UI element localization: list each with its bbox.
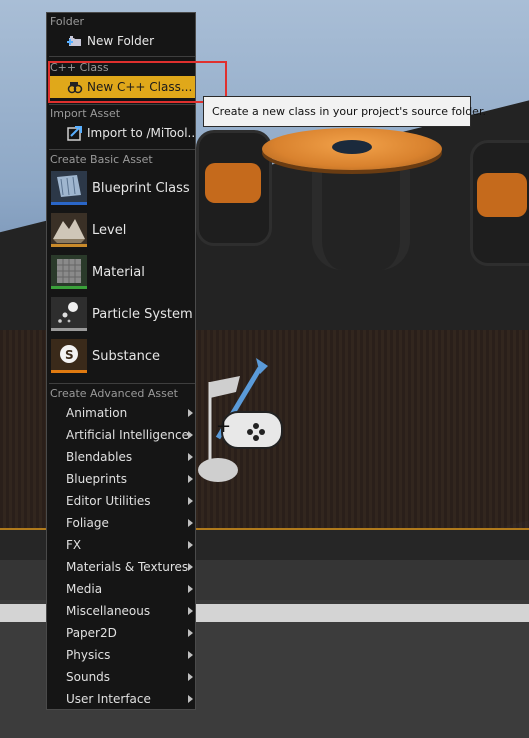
advanced-asset-foliage[interactable]: Foliage — [49, 512, 195, 534]
new-cpp-class-tooltip: Create a new class in your project's sou… — [203, 96, 486, 127]
section-header-import-asset: Import Asset — [50, 107, 121, 120]
advanced-asset-blueprints[interactable]: Blueprints — [49, 468, 195, 490]
section-header-folder: Folder — [50, 15, 84, 28]
new-folder-item[interactable]: New Folder — [49, 30, 195, 52]
blueprint-class-icon — [51, 171, 87, 205]
new-folder-icon — [67, 36, 81, 46]
chevron-right-icon — [188, 453, 193, 461]
section-header-advanced-asset: Create Advanced Asset — [50, 387, 178, 400]
annotation-highlight-box — [48, 61, 227, 103]
new-folder-label: New Folder — [87, 34, 155, 48]
submenu-label: User Interface — [66, 692, 151, 706]
material-icon — [51, 255, 87, 289]
table-top — [262, 128, 442, 170]
advanced-asset-user-interface[interactable]: User Interface — [49, 688, 195, 710]
menu-divider — [49, 383, 195, 384]
chevron-right-icon — [188, 629, 193, 637]
import-icon — [67, 126, 82, 141]
basic-asset-label: Substance — [92, 349, 160, 364]
chair-right — [470, 140, 529, 266]
chair-left — [196, 130, 272, 246]
menu-divider — [49, 104, 195, 105]
submenu-label: Sounds — [66, 670, 111, 684]
chevron-right-icon — [188, 563, 193, 571]
section-header-basic-asset: Create Basic Asset — [50, 153, 153, 166]
basic-asset-label: Particle System — [92, 307, 193, 322]
basic-asset-material[interactable]: Material — [49, 255, 195, 293]
import-to-label: Import to /MiTool... — [87, 126, 195, 140]
advanced-asset-artificial-intelligence[interactable]: Artificial Intelligence — [49, 424, 195, 446]
submenu-label: Media — [66, 582, 103, 596]
chevron-right-icon — [188, 475, 193, 483]
advanced-asset-paper2d[interactable]: Paper2D — [49, 622, 195, 644]
particle-system-icon — [51, 297, 87, 331]
chevron-right-icon — [188, 497, 193, 505]
submenu-label: Materials & Textures — [66, 560, 189, 574]
chevron-right-icon — [188, 607, 193, 615]
basic-asset-label: Material — [92, 265, 145, 280]
player-start-gizmo[interactable]: + — [196, 352, 296, 492]
basic-asset-label: Level — [92, 223, 127, 238]
menu-divider — [49, 149, 195, 150]
add-new-context-menu: Folder New Folder C++ Class New C++ Clas… — [46, 12, 196, 710]
advanced-asset-editor-utilities[interactable]: Editor Utilities — [49, 490, 195, 512]
submenu-label: Physics — [66, 648, 111, 662]
chevron-right-icon — [188, 673, 193, 681]
basic-asset-level[interactable]: Level — [49, 213, 195, 251]
submenu-label: Foliage — [66, 516, 109, 530]
table-leg — [312, 170, 410, 270]
level-icon — [51, 213, 87, 247]
chevron-right-icon — [188, 431, 193, 439]
advanced-asset-miscellaneous[interactable]: Miscellaneous — [49, 600, 195, 622]
substance-icon: S — [51, 339, 87, 373]
chevron-right-icon — [188, 409, 193, 417]
advanced-asset-physics[interactable]: Physics — [49, 644, 195, 666]
submenu-label: Blueprints — [66, 472, 128, 486]
advanced-asset-media[interactable]: Media — [49, 578, 195, 600]
menu-divider — [49, 56, 195, 57]
chevron-right-icon — [188, 519, 193, 527]
submenu-label: Artificial Intelligence — [66, 428, 189, 442]
advanced-asset-animation[interactable]: Animation — [49, 402, 195, 424]
chevron-right-icon — [188, 651, 193, 659]
advanced-asset-sounds[interactable]: Sounds — [49, 666, 195, 688]
submenu-label: Paper2D — [66, 626, 117, 640]
submenu-label: Editor Utilities — [66, 494, 151, 508]
svg-text:+: + — [216, 416, 231, 437]
basic-asset-substance[interactable]: S Substance — [49, 339, 195, 377]
submenu-label: Blendables — [66, 450, 133, 464]
submenu-label: Animation — [66, 406, 128, 420]
advanced-asset-blendables[interactable]: Blendables — [49, 446, 195, 468]
basic-asset-blueprint-class[interactable]: Blueprint Class — [49, 171, 195, 209]
submenu-label: Miscellaneous — [66, 604, 151, 618]
chevron-right-icon — [188, 695, 193, 703]
basic-asset-label: Blueprint Class — [92, 181, 190, 196]
advanced-asset-materials-textures[interactable]: Materials & Textures — [49, 556, 195, 578]
basic-asset-particle-system[interactable]: Particle System — [49, 297, 195, 335]
advanced-asset-fx[interactable]: FX — [49, 534, 195, 556]
svg-text:S: S — [65, 348, 74, 362]
import-to-item[interactable]: Import to /MiTool... — [49, 122, 195, 144]
chevron-right-icon — [188, 541, 193, 549]
chevron-right-icon — [188, 585, 193, 593]
submenu-label: FX — [66, 538, 82, 552]
